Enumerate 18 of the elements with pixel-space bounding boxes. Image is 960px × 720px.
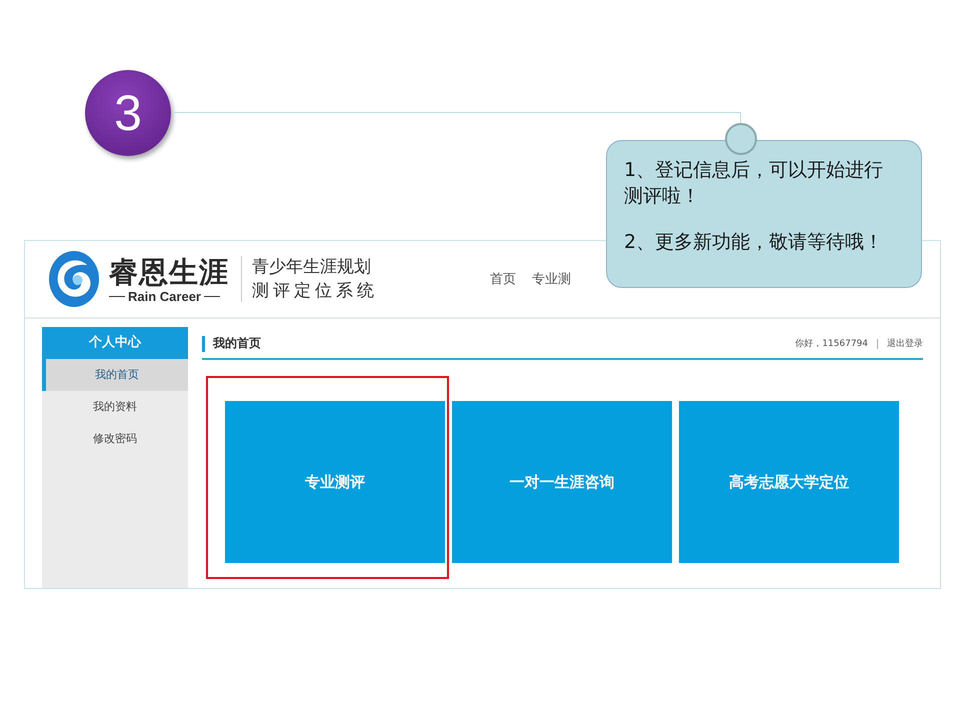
nav-link[interactable]: 专业测: [532, 270, 571, 288]
brand-name: 睿恩生涯: [109, 254, 229, 288]
nav-link[interactable]: 首页: [490, 270, 516, 288]
callout-text: 1、登记信息后，可以开始进行测评啦！: [624, 158, 884, 209]
greeting-text: 你好，11567794: [795, 338, 868, 350]
sidebar-item[interactable]: 我的资料: [42, 391, 188, 423]
sidebar-title: 个人中心: [42, 327, 188, 359]
step-badge: 3: [85, 70, 171, 156]
title-marker: [202, 336, 205, 352]
sidebar-item[interactable]: 修改密码: [42, 423, 188, 455]
swirl-logo-icon: [49, 251, 99, 307]
slogan-text: 青少年生涯规划: [252, 256, 372, 279]
brand-tagline: Rain Career: [128, 288, 201, 304]
logout-link[interactable]: 退出登录: [887, 337, 923, 350]
slogan-text: 测评定位系统: [252, 280, 378, 303]
page-title: 我的首页: [213, 335, 262, 352]
callout-text: 2、更多新功能，敬请等待哦！: [624, 230, 884, 255]
sidebar-item[interactable]: 我的首页: [42, 359, 188, 391]
